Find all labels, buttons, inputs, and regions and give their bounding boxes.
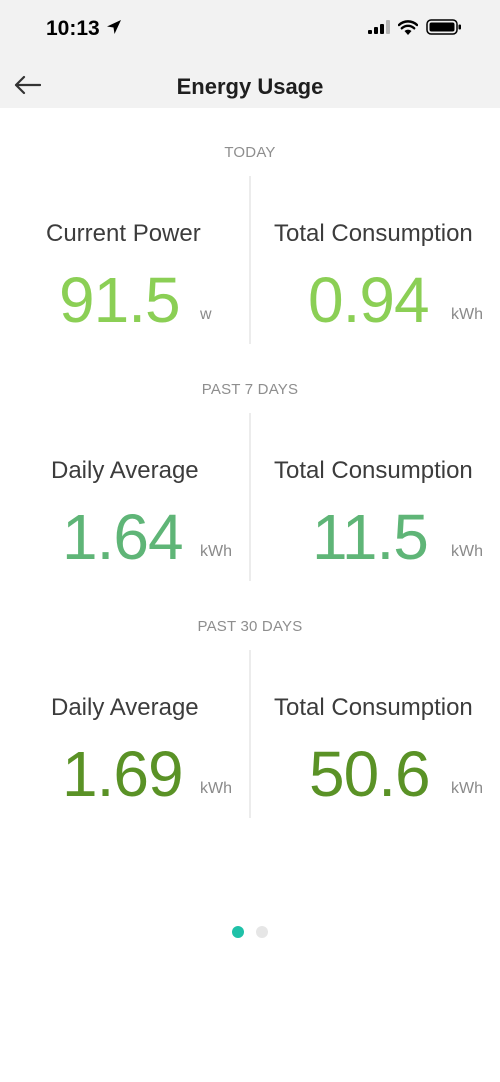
past30-daily-average-value: 1.69 (62, 738, 184, 810)
page-dot-active[interactable] (232, 926, 244, 938)
past30-daily-average-label: Daily Average (51, 694, 199, 721)
current-power-unit: w (200, 306, 212, 323)
past7-daily-average-label: Daily Average (51, 457, 199, 484)
section-divider (249, 176, 251, 344)
today-total-consumption-value: 0.94 (308, 264, 430, 336)
past30-total-consumption-label: Total Consumption (274, 694, 473, 721)
status-time: 10:13 (46, 17, 122, 41)
section-divider (249, 650, 251, 818)
past7-daily-average-unit: kWh (200, 543, 232, 560)
current-power-label: Current Power (46, 220, 201, 247)
today-total-consumption-unit: kWh (451, 306, 483, 323)
page-dot[interactable] (256, 926, 268, 938)
top-bar: 10:13 Energy Usage (0, 0, 500, 108)
section-label-past-7-days: PAST 7 DAYS (201, 381, 299, 398)
section-divider (249, 413, 251, 581)
past7-total-consumption-label: Total Consumption (274, 457, 473, 484)
page-indicator (0, 926, 500, 938)
current-power-value: 91.5 (59, 264, 181, 336)
location-arrow-icon (106, 17, 122, 41)
status-icons (368, 19, 462, 40)
past7-total-consumption-value: 11.5 (312, 501, 429, 573)
section-label-past-30-days: PAST 30 DAYS (197, 618, 303, 635)
today-total-consumption-label: Total Consumption (274, 220, 473, 247)
status-time-text: 10:13 (46, 17, 100, 40)
page-title: Energy Usage (176, 74, 324, 99)
past30-total-consumption-unit: kWh (451, 780, 483, 797)
past30-daily-average-unit: kWh (200, 780, 232, 797)
battery-icon (426, 19, 462, 40)
past7-total-consumption-unit: kWh (451, 543, 483, 560)
signal-icon (368, 20, 390, 39)
wifi-icon (397, 19, 419, 40)
section-label-today: TODAY (224, 144, 276, 161)
past30-total-consumption-value: 50.6 (309, 738, 431, 810)
past7-daily-average-value: 1.64 (62, 501, 184, 573)
